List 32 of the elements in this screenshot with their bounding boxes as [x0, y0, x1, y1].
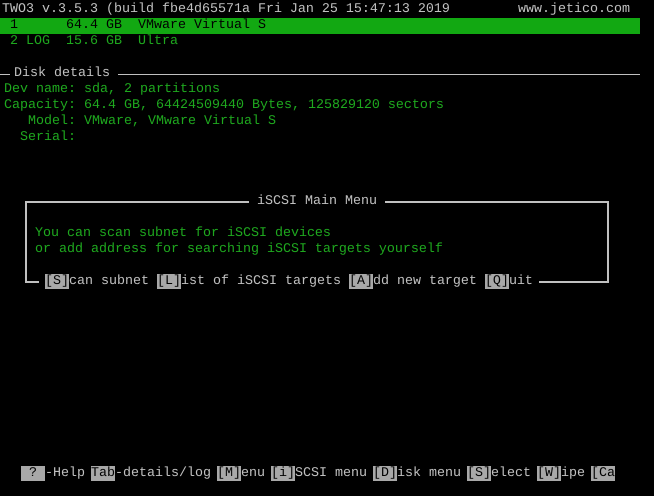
field-value: sda, 2 partitions [84, 82, 220, 98]
disk-size: 64.4 GB [66, 18, 123, 34]
menu-option[interactable]: [Q]uit [484, 274, 533, 290]
hotkey[interactable]: [W]ipe [536, 466, 585, 482]
hotkey[interactable]: ? -Help [21, 466, 85, 482]
field-label: Serial: [19, 130, 76, 146]
hotkey[interactable]: [D]isk menu [372, 466, 461, 482]
disk-slot: 2 LOG [10, 34, 66, 50]
dialog-message: or add address for searching iSCSI targets yourself [35, 242, 443, 258]
field-value: VMware, VMware Virtual S [84, 114, 276, 130]
disk-row[interactable]: 2 LOG 15.6 GB Ultra [0, 34, 640, 50]
menu-option[interactable]: [S]can subnet [45, 274, 149, 290]
website-text: www.jetico.com [518, 2, 630, 18]
menu-option[interactable]: [A]dd new target [348, 274, 477, 290]
field-label: Capacity: [3, 98, 76, 114]
disk-size: 15.6 GB [66, 34, 123, 50]
hotkey[interactable]: Tab-details/log [91, 466, 211, 482]
dialog-message: You can scan subnet for iSCSI devices [35, 226, 331, 242]
menu-option[interactable]: [L]ist of iSCSI targets [156, 274, 341, 290]
hotkey[interactable]: [Ca [590, 466, 615, 482]
disk-model: Ultra [138, 34, 178, 50]
section-title: Disk details [13, 66, 111, 82]
field-label: Dev name: [3, 82, 76, 98]
hotkey[interactable]: [i]SCSI menu [270, 466, 367, 482]
hotkey[interactable]: [S]elect [466, 466, 531, 482]
field-value: 64.4 GB, 64424509440 Bytes, 125829120 sectors [84, 98, 444, 114]
app-title: TWO3 v.3.5.3 (build fbe4d65571a Fri Jan 25 15:47:13 2019 [2, 2, 450, 18]
disk-slot: 1 [10, 18, 66, 34]
disk-model: VMware Virtual S [138, 18, 266, 34]
field-label: Model: [27, 114, 76, 130]
disk-row[interactable]: 1 64.4 GB VMware Virtual S [0, 18, 640, 34]
hotkey[interactable]: [M]enu [216, 466, 265, 482]
